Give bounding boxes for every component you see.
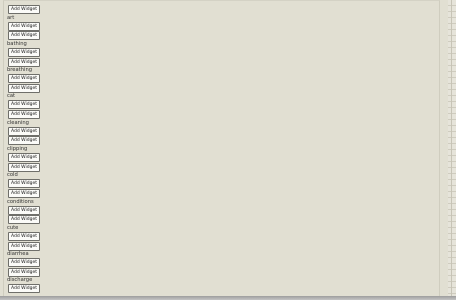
add-widget-button[interactable]: Add Widget: [8, 241, 40, 251]
add-widget-button[interactable]: Add Widget: [8, 126, 40, 136]
add-widget-button[interactable]: Add Widget: [8, 215, 40, 225]
category-label: diarrhea: [7, 251, 29, 258]
add-widget-button[interactable]: Add Widget: [8, 31, 40, 41]
category-label: art: [7, 14, 15, 21]
add-widget-button[interactable]: Add Widget: [8, 258, 40, 268]
add-widget-button[interactable]: Add Widget: [8, 267, 40, 277]
category-label: cute: [7, 224, 19, 231]
add-widget-button[interactable]: Add Widget: [8, 74, 40, 84]
category-label: cat: [7, 93, 16, 100]
add-widget-button[interactable]: Add Widget: [8, 136, 40, 146]
add-widget-button[interactable]: Add Widget: [8, 284, 40, 294]
category-label: bathing: [7, 40, 27, 47]
category-label: breathing: [7, 67, 33, 74]
add-widget-button[interactable]: Add Widget: [8, 205, 40, 215]
add-widget-button[interactable]: Add Widget: [8, 189, 40, 199]
add-widget-button[interactable]: Add Widget: [8, 47, 40, 57]
page-frame: Add Widget art Add Widget Add Widget bathing…: [0, 0, 456, 300]
add-widget-button[interactable]: Add Widget: [8, 110, 40, 120]
category-label: cold: [7, 172, 18, 179]
category-label: conditions: [7, 198, 34, 205]
panel-border: [3, 0, 440, 296]
content-area: Add Widget art Add Widget Add Widget bathing…: [0, 0, 440, 296]
horizontal-scrollbar[interactable]: [0, 296, 456, 300]
category-label: cleaning: [7, 119, 29, 126]
add-widget-button[interactable]: Add Widget: [8, 83, 40, 93]
add-widget-button[interactable]: Add Widget: [8, 100, 40, 110]
add-widget-button[interactable]: Add Widget: [8, 21, 40, 31]
add-widget-button[interactable]: Add Widget: [8, 179, 40, 189]
category-label: clipping: [7, 145, 28, 152]
widget-category-list: Add Widget art Add Widget Add Widget bathing…: [7, 5, 40, 294]
add-widget-button[interactable]: Add Widget: [8, 5, 40, 14]
category-label: discharge: [7, 277, 33, 284]
add-widget-button[interactable]: Add Widget: [8, 57, 40, 67]
add-widget-button[interactable]: Add Widget: [8, 231, 40, 241]
vertical-scrollbar[interactable]: [448, 0, 456, 296]
add-widget-button[interactable]: Add Widget: [8, 152, 40, 162]
add-widget-button[interactable]: Add Widget: [8, 162, 40, 172]
